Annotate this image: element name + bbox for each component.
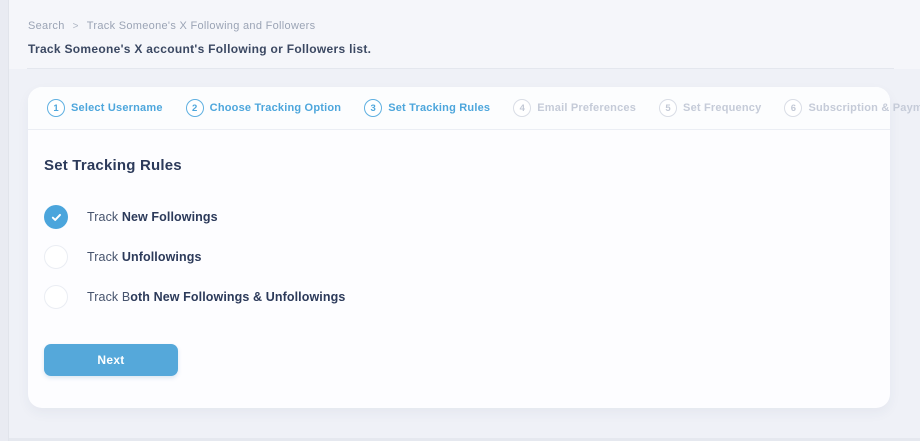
- breadcrumb-current: Track Someone's X Following and Follower…: [87, 20, 316, 32]
- step-1-select-username[interactable]: 1 Select Username: [47, 99, 163, 117]
- wizard-card-body: Set Tracking Rules Track New Followings …: [28, 130, 890, 376]
- header-divider: [27, 68, 894, 69]
- radio-selected[interactable]: [44, 205, 68, 229]
- breadcrumb: Search > Track Someone's X Following and…: [28, 20, 371, 32]
- page: Search > Track Someone's X Following and…: [0, 0, 920, 441]
- option-label-prefix: Track B: [87, 290, 130, 304]
- option-label-bold: Unfollowings: [122, 250, 202, 264]
- section-title: Set Tracking Rules: [44, 157, 874, 174]
- breadcrumb-link-search[interactable]: Search: [28, 20, 65, 32]
- step-2-label: Choose Tracking Option: [210, 102, 342, 114]
- tracking-rule-options: Track New Followings Track Unfollowings …: [44, 205, 874, 309]
- step-6-subscription-payment[interactable]: 6 Subscription & Payment: [784, 99, 920, 117]
- step-3-number: 3: [364, 99, 382, 117]
- radio-unselected[interactable]: [44, 285, 68, 309]
- breadcrumb-separator-icon: >: [73, 21, 79, 32]
- option-label: Track Both New Followings & Unfollowings: [87, 290, 345, 304]
- step-5-label: Set Frequency: [683, 102, 761, 114]
- wizard-card: 1 Select Username 2 Choose Tracking Opti…: [28, 87, 890, 408]
- check-icon: [50, 211, 63, 224]
- option-track-both[interactable]: Track Both New Followings & Unfollowings: [44, 285, 874, 309]
- step-6-label: Subscription & Payment: [808, 102, 920, 114]
- step-3-label: Set Tracking Rules: [388, 102, 490, 114]
- option-label-prefix: Track: [87, 210, 122, 224]
- step-5-set-frequency[interactable]: 5 Set Frequency: [659, 99, 761, 117]
- option-track-unfollowings[interactable]: Track Unfollowings: [44, 245, 874, 269]
- step-3-set-tracking-rules[interactable]: 3 Set Tracking Rules: [364, 99, 490, 117]
- step-5-number: 5: [659, 99, 677, 117]
- page-header: Search > Track Someone's X Following and…: [28, 20, 371, 56]
- wizard-stepper: 1 Select Username 2 Choose Tracking Opti…: [28, 87, 890, 130]
- step-4-email-preferences[interactable]: 4 Email Preferences: [513, 99, 636, 117]
- step-2-choose-tracking-option[interactable]: 2 Choose Tracking Option: [186, 99, 342, 117]
- option-track-new-followings[interactable]: Track New Followings: [44, 205, 874, 229]
- option-label: Track Unfollowings: [87, 250, 202, 264]
- option-label: Track New Followings: [87, 210, 218, 224]
- option-label-bold: oth New Followings & Unfollowings: [130, 290, 345, 304]
- step-4-number: 4: [513, 99, 531, 117]
- step-2-number: 2: [186, 99, 204, 117]
- step-4-label: Email Preferences: [537, 102, 636, 114]
- step-6-number: 6: [784, 99, 802, 117]
- page-left-gutter: [0, 0, 9, 441]
- option-label-prefix: Track: [87, 250, 122, 264]
- option-label-bold: New Followings: [122, 210, 218, 224]
- radio-unselected[interactable]: [44, 245, 68, 269]
- page-subtitle: Track Someone's X account's Following or…: [28, 42, 371, 56]
- next-button[interactable]: Next: [44, 344, 178, 376]
- step-1-number: 1: [47, 99, 65, 117]
- step-1-label: Select Username: [71, 102, 163, 114]
